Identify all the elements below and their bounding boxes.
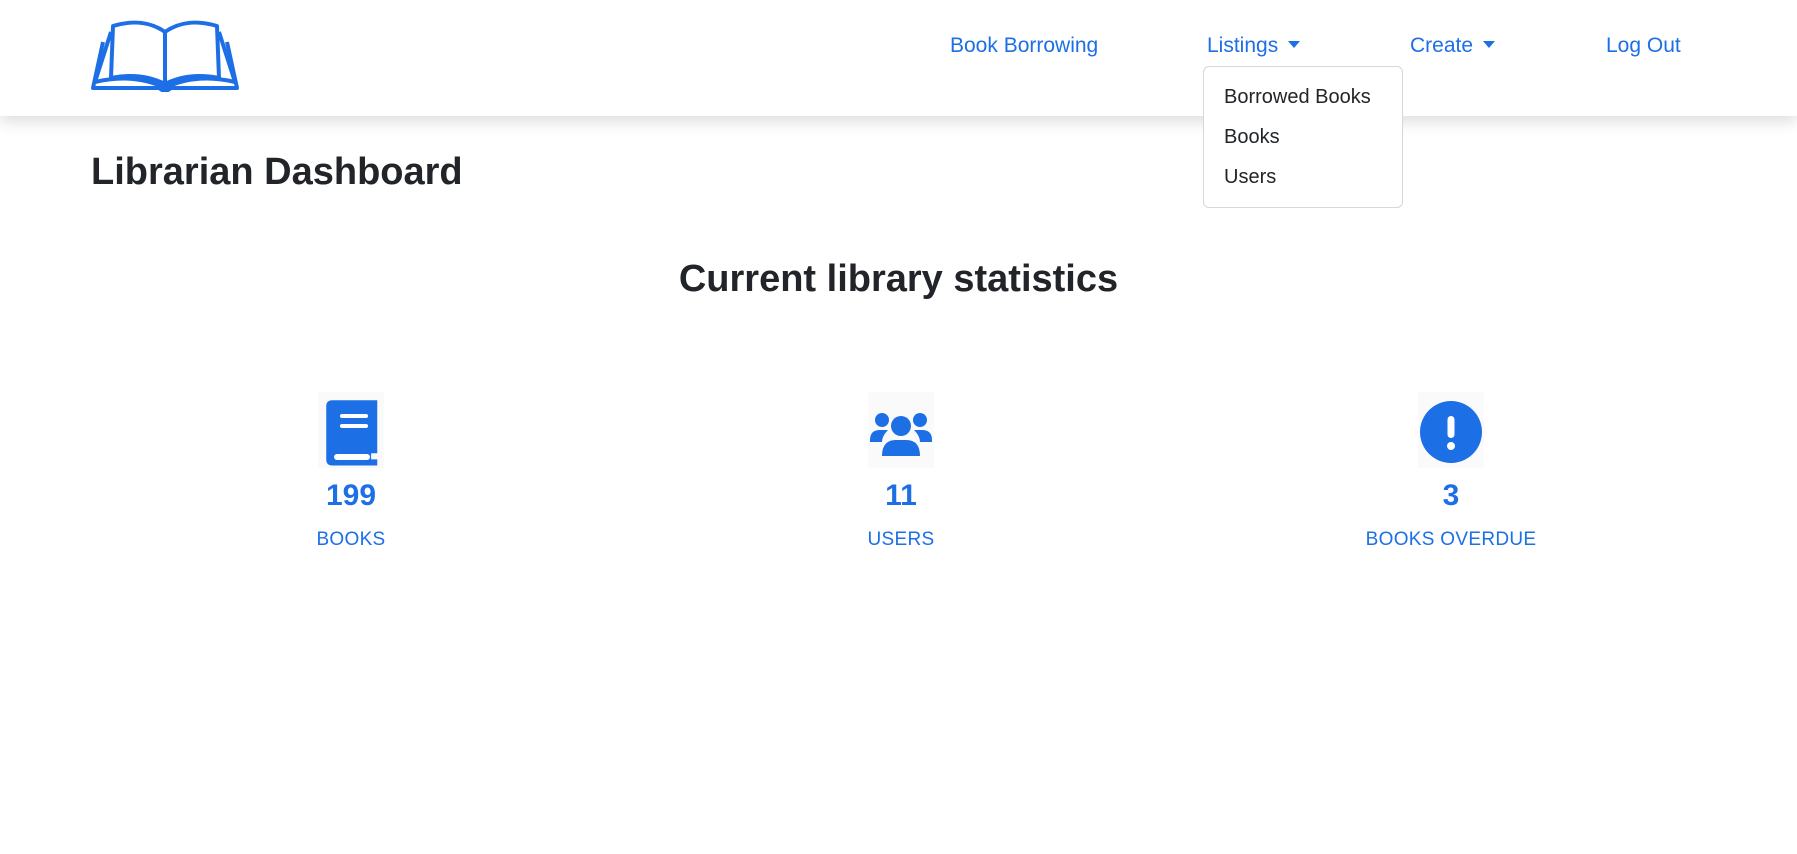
stat-books-overdue[interactable]: 3 BOOKS OVERDUE — [1271, 392, 1631, 552]
dropdown-item-users[interactable]: Users — [1204, 157, 1402, 197]
page-title: Librarian Dashboard — [91, 151, 463, 193]
nav-logout[interactable]: Log Out — [1606, 33, 1681, 59]
nav-listings-label: Listings — [1207, 34, 1279, 57]
book-icon — [318, 392, 384, 468]
stat-users-value: 11 — [885, 479, 917, 512]
users-icon — [868, 392, 934, 468]
caret-down-icon — [1483, 41, 1496, 48]
section-title: Current library statistics — [678, 258, 1119, 300]
nav-listings-toggle[interactable]: Listings — [1207, 33, 1301, 59]
dropdown-item-books[interactable]: Books — [1204, 117, 1402, 157]
dropdown-item-borrowed-books[interactable]: Borrowed Books — [1204, 77, 1402, 117]
stat-overdue-label: BOOKS OVERDUE — [1365, 529, 1537, 550]
caret-down-icon — [1288, 41, 1301, 48]
listings-dropdown-menu: Borrowed Books Books Users — [1203, 66, 1403, 208]
stat-books-label: BOOKS — [316, 529, 386, 550]
stat-books-value: 199 — [325, 479, 377, 512]
nav-create-toggle[interactable]: Create — [1410, 33, 1496, 59]
open-book-icon[interactable] — [91, 18, 239, 94]
exclamation-circle-icon — [1418, 392, 1484, 468]
nav-create-label: Create — [1410, 34, 1474, 57]
stat-users[interactable]: 11 USERS — [721, 392, 1081, 552]
stat-overdue-value: 3 — [1442, 479, 1460, 512]
nav-book-borrowing[interactable]: Book Borrowing — [950, 33, 1098, 59]
stat-users-label: USERS — [867, 529, 935, 550]
top-navbar: Book Borrowing Listings Create Log Out — [0, 0, 1797, 116]
stat-books[interactable]: 199 BOOKS — [171, 392, 531, 552]
